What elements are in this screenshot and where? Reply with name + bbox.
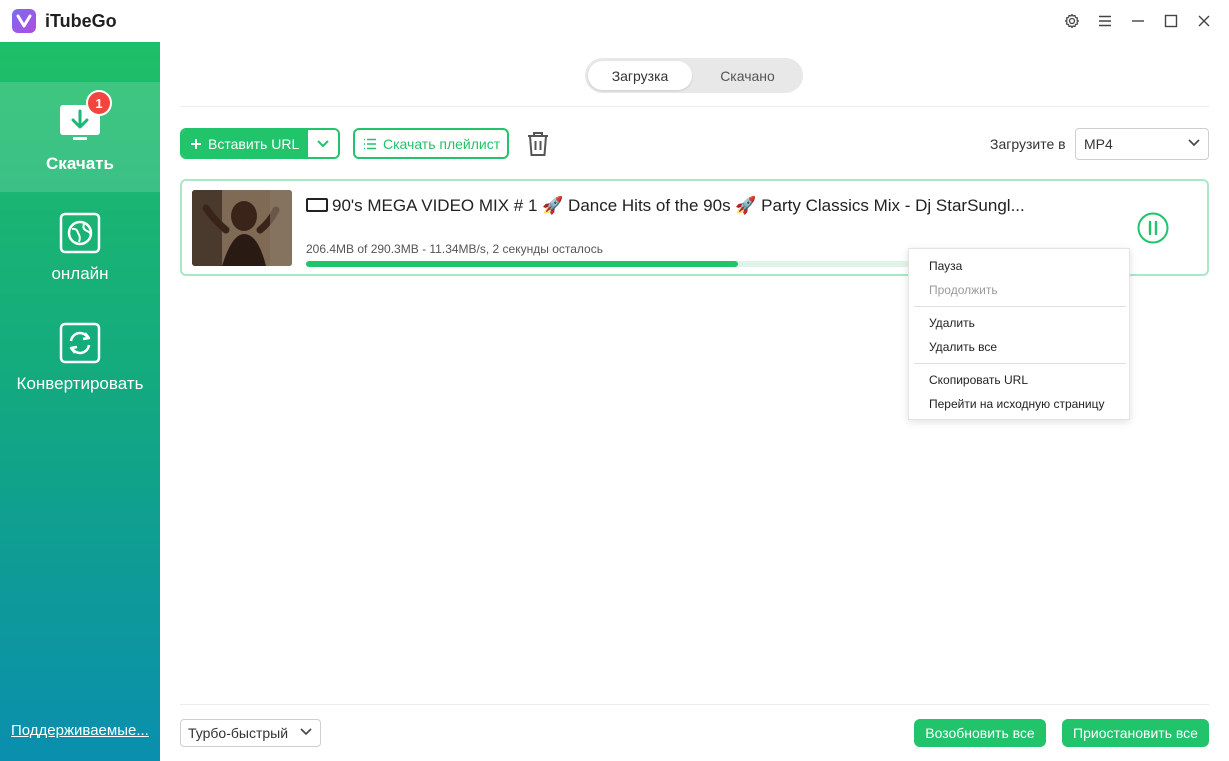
divider bbox=[180, 106, 1209, 107]
speed-value: Турбо-быстрый bbox=[188, 725, 289, 741]
chevron-down-icon bbox=[1188, 139, 1200, 147]
paste-url-main[interactable]: Вставить URL bbox=[182, 130, 308, 157]
menu-separator bbox=[914, 363, 1126, 364]
title-bar: iTubeGo bbox=[0, 0, 1229, 42]
trash-icon[interactable] bbox=[526, 131, 550, 157]
format-select[interactable]: MP4 bbox=[1075, 128, 1209, 160]
progress-bar-fill bbox=[306, 261, 738, 267]
globe-icon bbox=[59, 212, 101, 254]
context-menu-item-pause[interactable]: Пауза bbox=[929, 259, 962, 273]
context-menu-item-delete[interactable]: Удалить bbox=[929, 316, 975, 330]
progress-text: 206.4MB of 290.3MB - 11.34MB/s, 2 секунд… bbox=[306, 242, 603, 256]
sidebar-item-label: онлайн bbox=[51, 264, 109, 283]
progress-bar bbox=[306, 261, 914, 267]
download-count-badge: 1 bbox=[86, 90, 112, 116]
itubego-logo-icon bbox=[12, 9, 36, 33]
toolbar: Вставить URL Скачать плейлист Загрузите … bbox=[180, 128, 1209, 160]
sidebar-item-label: Скачать bbox=[46, 154, 114, 173]
context-menu-item-delete-all[interactable]: Удалить все bbox=[929, 340, 997, 354]
video-title: 90's MEGA VIDEO MIX # 1 🚀 Dance Hits of … bbox=[306, 196, 1106, 216]
convert-icon bbox=[59, 322, 101, 364]
resume-all-button[interactable]: Возобновить все bbox=[914, 719, 1046, 747]
speed-select[interactable]: Турбо-быстрый bbox=[180, 719, 321, 747]
sidebar-item-online[interactable]: онлайн bbox=[0, 192, 160, 302]
pause-icon[interactable] bbox=[1137, 212, 1169, 244]
paste-url-button[interactable]: Вставить URL bbox=[180, 128, 340, 159]
gear-icon[interactable] bbox=[1061, 10, 1083, 32]
menu-icon[interactable] bbox=[1094, 10, 1116, 32]
playlist-label: Скачать плейлист bbox=[383, 135, 501, 152]
maximize-icon[interactable] bbox=[1160, 10, 1182, 32]
menu-separator bbox=[914, 306, 1126, 307]
sidebar-item-label: Конвертировать bbox=[16, 374, 144, 393]
plus-icon bbox=[191, 138, 201, 149]
format-value: MP4 bbox=[1084, 136, 1113, 152]
chevron-down-icon bbox=[317, 139, 329, 147]
close-icon[interactable] bbox=[1193, 10, 1215, 32]
playlist-icon bbox=[364, 138, 376, 149]
sidebar-item-download[interactable]: 1 Скачать bbox=[0, 82, 160, 192]
supported-sites-link[interactable]: Поддерживаемые... bbox=[11, 722, 149, 739]
context-menu-item-resume: Продолжить bbox=[929, 283, 998, 297]
paste-url-dropdown[interactable] bbox=[308, 130, 338, 157]
paste-url-label: Вставить URL bbox=[208, 135, 300, 152]
video-title-text: 90's MEGA VIDEO MIX # 1 🚀 Dance Hits of … bbox=[332, 196, 1025, 215]
sidebar-item-convert[interactable]: Конвертировать bbox=[0, 302, 160, 412]
pause-all-button[interactable]: Приостановить все bbox=[1062, 719, 1209, 747]
video-thumbnail bbox=[192, 190, 292, 266]
context-menu-item-open-source[interactable]: Перейти на исходную страницу bbox=[929, 397, 1105, 411]
chevron-down-icon bbox=[300, 728, 312, 736]
tab-downloading[interactable]: Загрузка bbox=[588, 61, 692, 90]
cassette-icon bbox=[306, 198, 328, 212]
tab-switcher: Загрузка Скачано bbox=[585, 58, 803, 93]
sidebar: 1 Скачать онлайн Конвертировать Поддержи… bbox=[0, 42, 160, 761]
tab-downloaded[interactable]: Скачано bbox=[695, 61, 800, 90]
context-menu: Пауза Продолжить Удалить Удалить все Ско… bbox=[908, 248, 1130, 420]
context-menu-item-copy-url[interactable]: Скопировать URL bbox=[929, 373, 1028, 387]
minimize-icon[interactable] bbox=[1127, 10, 1149, 32]
divider bbox=[180, 704, 1209, 705]
download-playlist-button[interactable]: Скачать плейлист bbox=[353, 128, 509, 159]
load-in-label: Загрузите в bbox=[990, 136, 1066, 152]
app-title: iTubeGo bbox=[45, 11, 117, 31]
